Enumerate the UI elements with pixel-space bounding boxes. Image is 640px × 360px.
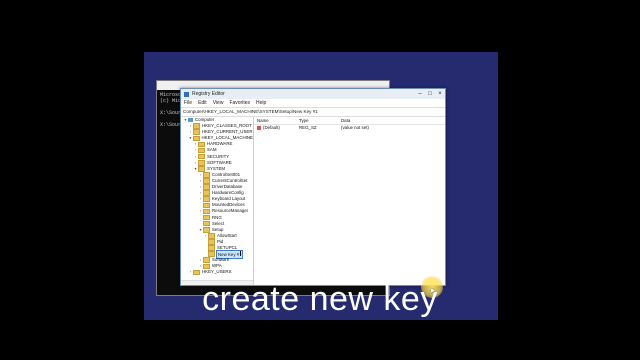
text-cursor — [240, 250, 241, 256]
string-value-icon — [257, 126, 261, 130]
folder-icon — [203, 208, 210, 215]
folder-icon — [193, 129, 200, 136]
folder-icon — [208, 251, 215, 257]
close-icon[interactable]: × — [435, 89, 445, 99]
folder-icon — [198, 153, 205, 160]
folder-icon — [192, 135, 200, 142]
folder-icon — [193, 123, 200, 129]
folder-icon — [198, 147, 205, 154]
folder-icon — [208, 233, 215, 239]
menu-bar: File Edit View Favorites Help — [181, 99, 445, 107]
menu-file[interactable]: File — [184, 100, 192, 106]
maximize-icon[interactable]: □ — [425, 89, 435, 99]
list-row[interactable]: (Default) REG_SZ (value not set) — [254, 125, 445, 131]
folder-icon — [203, 184, 210, 190]
menu-help[interactable]: Help — [256, 100, 266, 106]
folder-icon — [203, 172, 210, 178]
folder-icon — [203, 196, 210, 203]
folder-icon — [203, 178, 210, 184]
folder-icon — [203, 202, 210, 209]
menu-favorites[interactable]: Favorites — [229, 100, 250, 106]
folder-icon — [203, 220, 210, 227]
folder-icon — [203, 263, 210, 270]
column-type-header[interactable]: Type — [299, 117, 341, 124]
window-title: Registry Editor — [192, 91, 225, 97]
address-bar[interactable]: Computer\HKEY_LOCAL_MACHINE\SYSTEM\Setup… — [181, 107, 445, 117]
folder-icon — [203, 257, 210, 263]
values-list[interactable]: Name Type Data (Default) REG_SZ (value n… — [254, 117, 445, 285]
folder-icon — [198, 159, 205, 166]
registry-editor-icon — [184, 91, 189, 97]
menu-edit[interactable]: Edit — [198, 100, 207, 106]
value-type: REG_SZ — [299, 125, 317, 130]
list-header: Name Type Data — [254, 117, 445, 125]
value-data: (value not set) — [341, 125, 369, 130]
minimize-icon[interactable]: – — [415, 89, 425, 99]
tree-item[interactable]: › HKEY_USERS — [181, 269, 253, 276]
menu-view[interactable]: View — [213, 100, 224, 106]
folder-icon — [203, 226, 210, 233]
folder-icon — [198, 166, 205, 172]
folder-icon — [193, 269, 200, 276]
video-caption: create new key — [202, 280, 438, 318]
folder-icon — [208, 245, 215, 251]
column-data-header[interactable]: Data — [341, 117, 445, 124]
folder-icon — [208, 239, 215, 245]
tree-item-label: HKEY_USERS — [202, 269, 232, 275]
regedit-titlebar[interactable]: Registry Editor – □ × — [181, 89, 445, 99]
computer-icon — [188, 118, 193, 123]
registry-tree[interactable]: ▾ Computer › HKEY_CLASSES_ROOT › HKEY_CURRENT… — [181, 117, 254, 285]
folder-icon — [203, 190, 210, 196]
folder-icon — [203, 214, 210, 221]
registry-editor-window[interactable]: Registry Editor – □ × File Edit View Fav… — [180, 88, 446, 286]
column-name-header[interactable]: Name — [254, 117, 299, 124]
folder-icon — [198, 141, 205, 148]
value-name: (Default) — [263, 125, 280, 130]
